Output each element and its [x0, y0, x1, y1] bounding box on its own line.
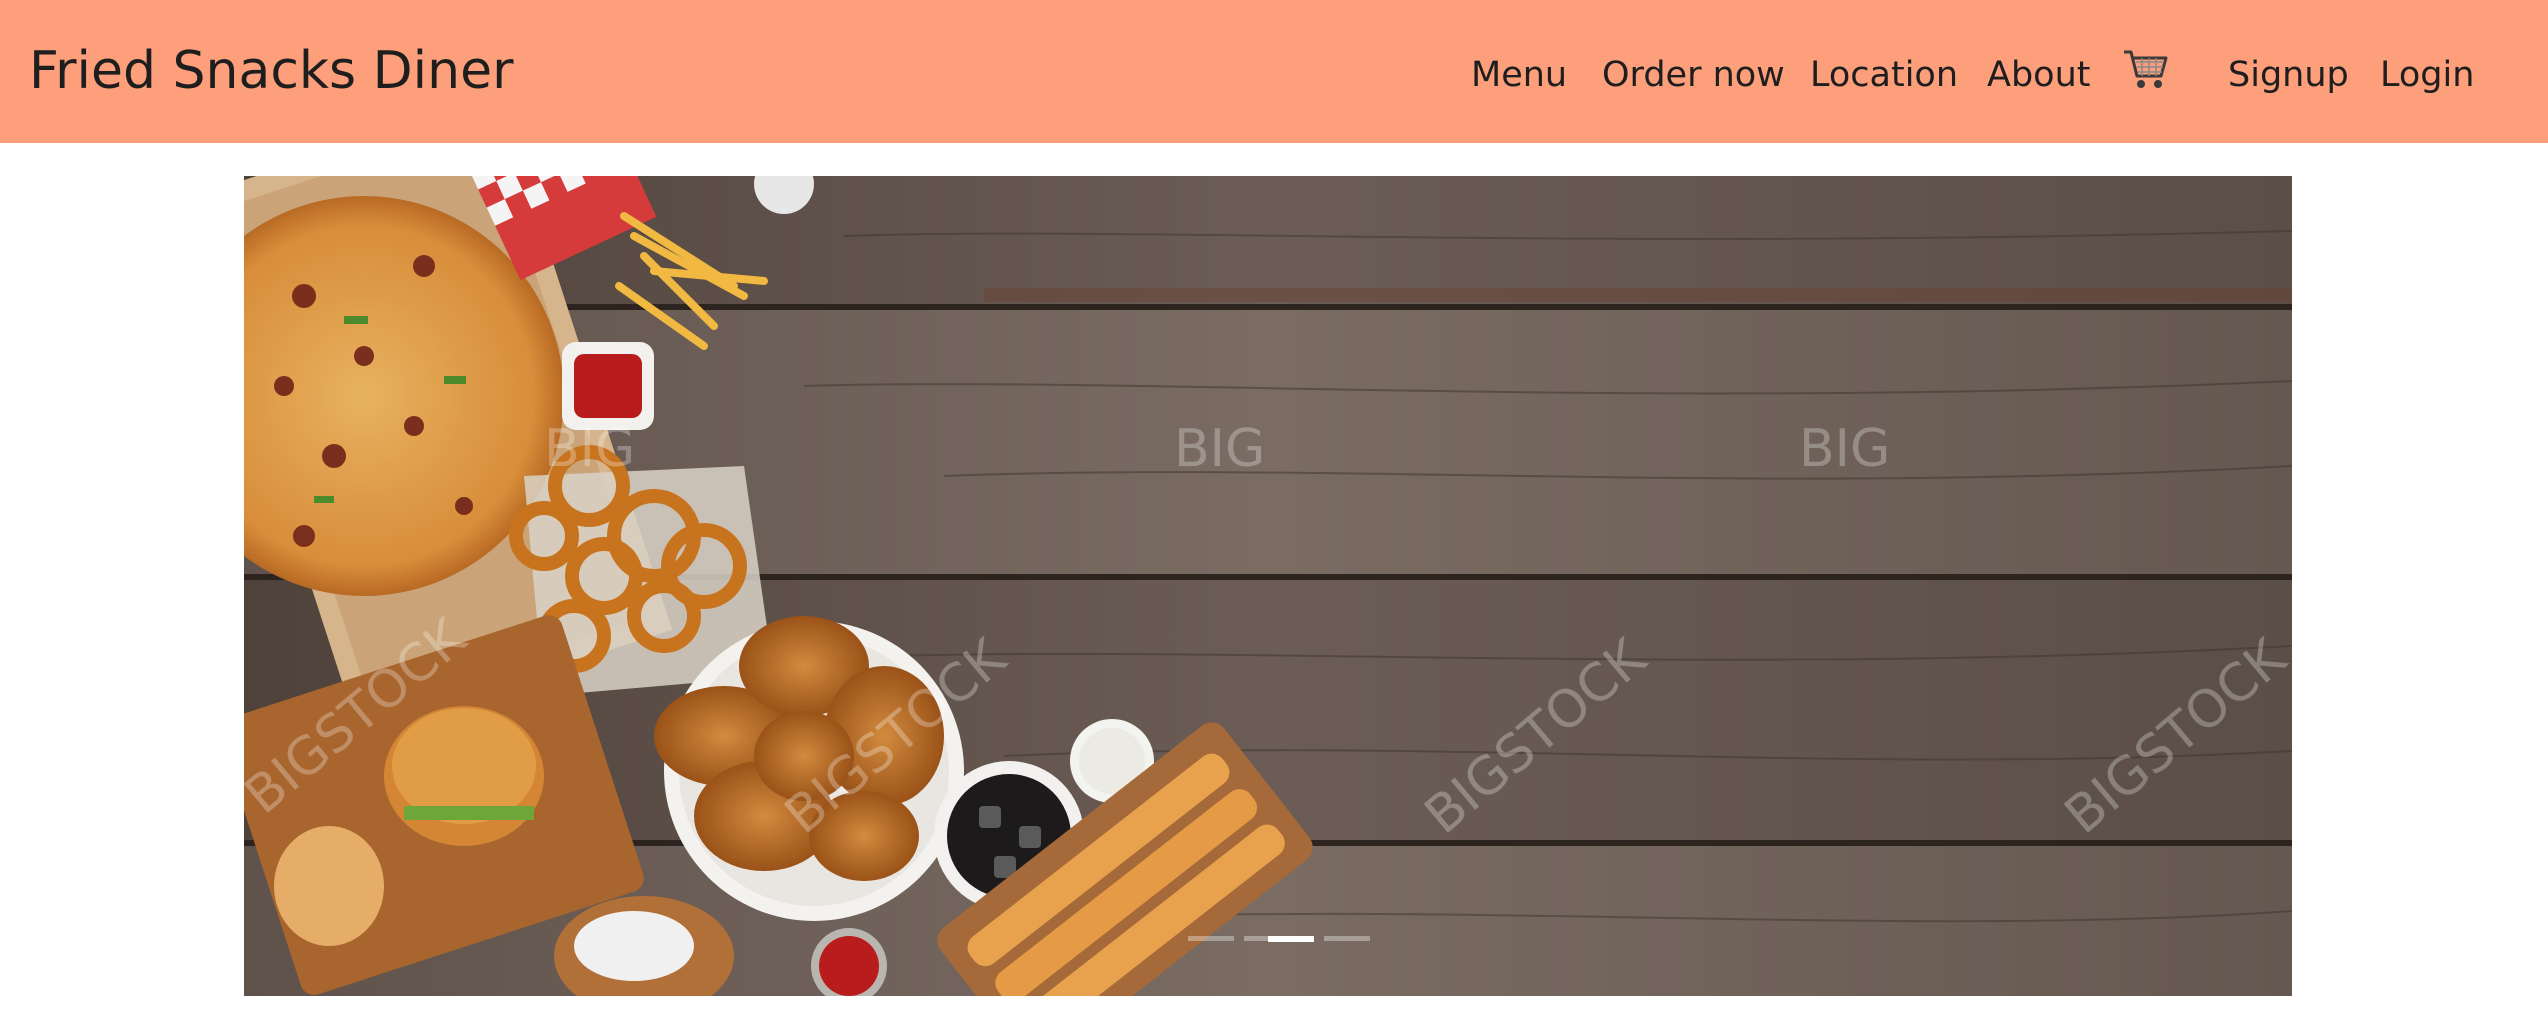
watermark-big: BIG [1174, 419, 1265, 479]
nav-about-link[interactable]: About [1987, 50, 2090, 100]
watermark-big: BIG [544, 419, 635, 479]
carousel-indicator-1[interactable] [1188, 936, 1234, 941]
nav-menu-link[interactable]: Menu [1471, 50, 1567, 100]
shopping-cart-icon[interactable] [2122, 46, 2170, 92]
carousel-indicator-3[interactable] [1268, 936, 1314, 942]
nav-login-link[interactable]: Login [2380, 50, 2474, 100]
hero-slide-image: BIG BIG BIG BIGSTOCK BIGSTOCK BIGSTOCK B… [244, 176, 2292, 996]
carousel-indicators [244, 936, 2292, 946]
nav-order-now-link[interactable]: Order now [1602, 50, 1785, 100]
nav-location-link[interactable]: Location [1810, 50, 1958, 100]
carousel-indicator-4[interactable] [1324, 936, 1370, 941]
navbar: Fried Snacks Diner Menu Order now Locati… [0, 0, 2548, 143]
brand-logo-text[interactable]: Fried Snacks Diner [29, 36, 513, 106]
hero-carousel[interactable]: BIG BIG BIG BIGSTOCK BIGSTOCK BIGSTOCK B… [244, 176, 2292, 996]
watermark-big: BIG [1799, 419, 1890, 479]
nav-signup-link[interactable]: Signup [2228, 50, 2349, 100]
